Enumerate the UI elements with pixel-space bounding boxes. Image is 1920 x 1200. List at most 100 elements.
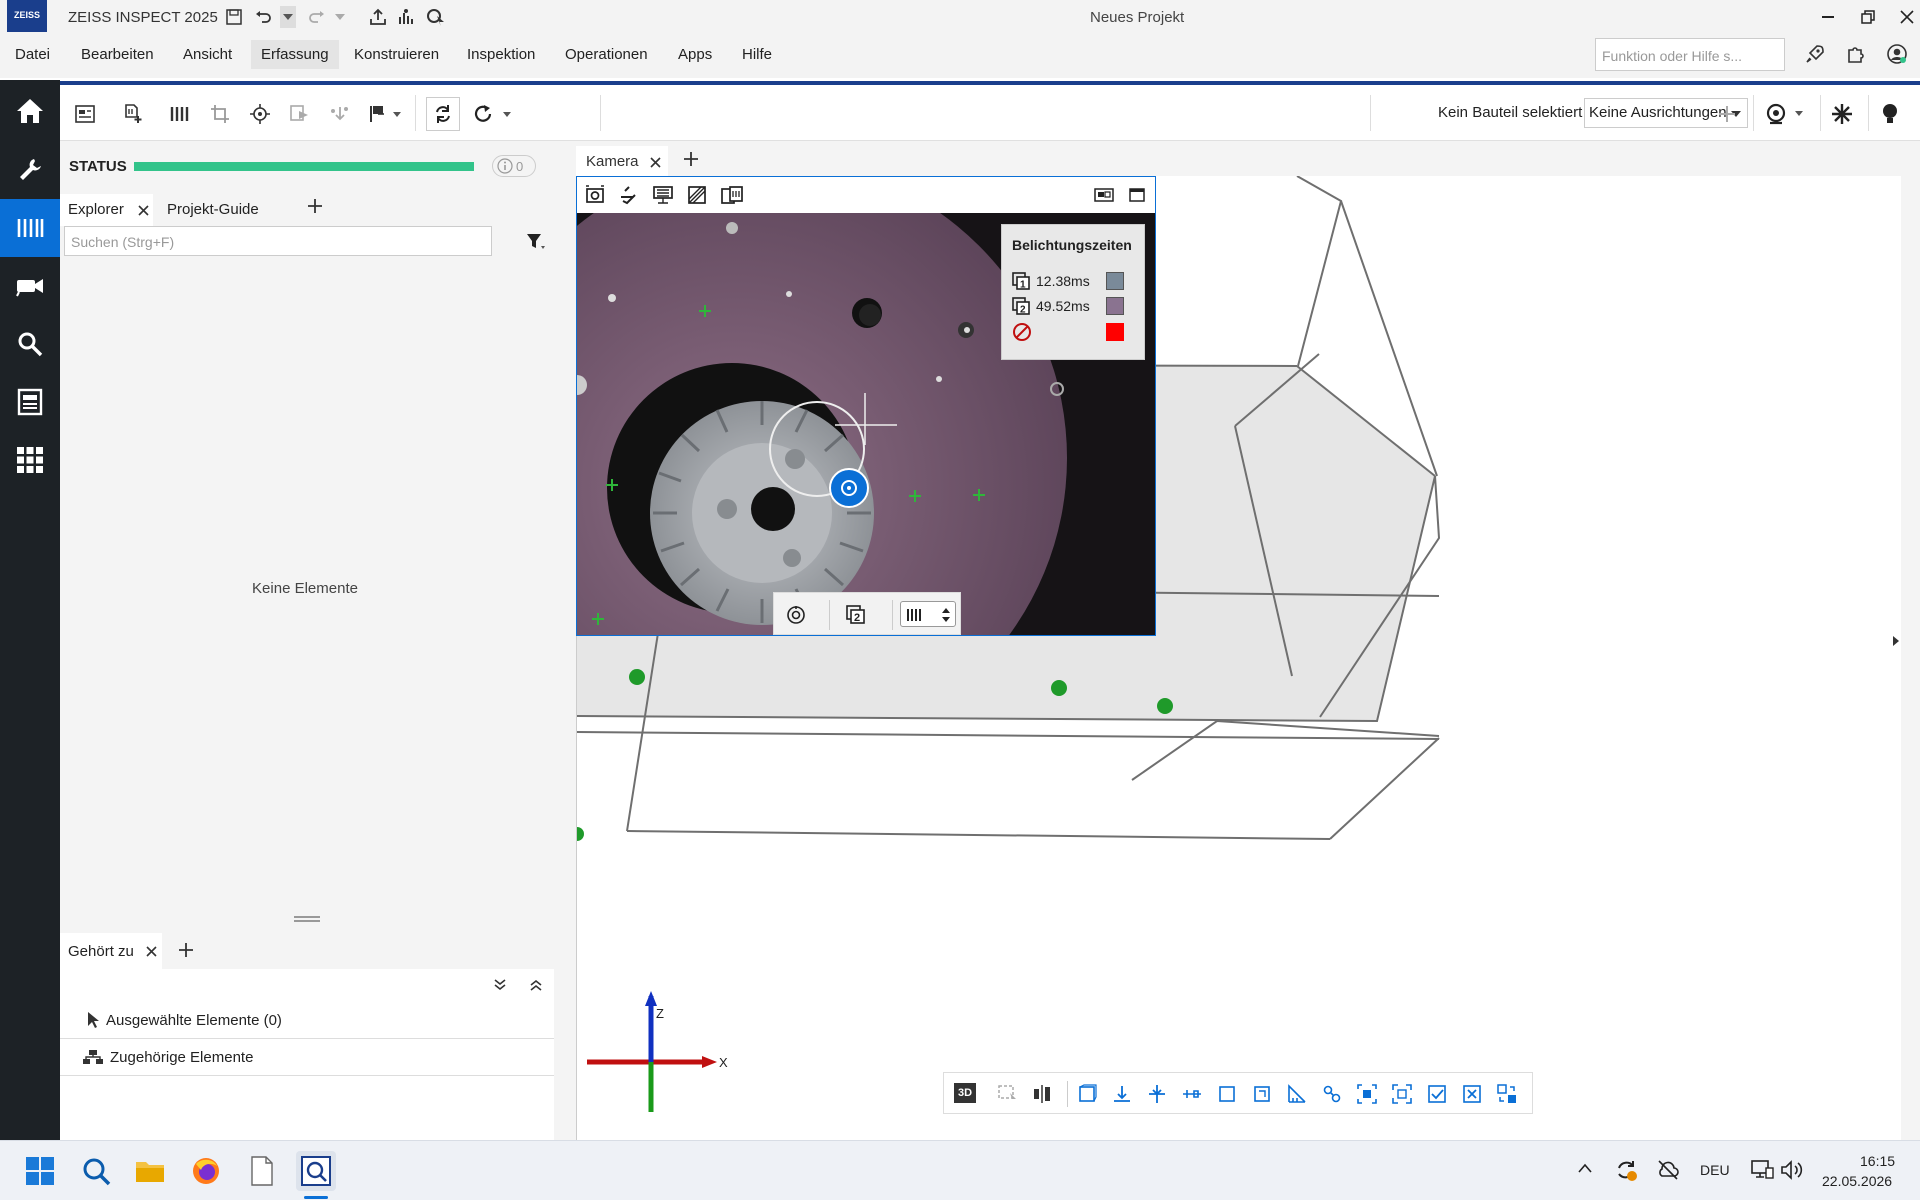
report-icon[interactable]: [0, 373, 60, 431]
exposure-edit-icon[interactable]: [619, 185, 639, 205]
close-tab-icon[interactable]: [138, 205, 149, 216]
tab-gehoert-zu[interactable]: Gehört zu: [60, 933, 162, 969]
fit-all-icon[interactable]: [1392, 1084, 1412, 1104]
invert-selection-icon[interactable]: [1497, 1084, 1517, 1104]
close-icon[interactable]: [1894, 5, 1920, 29]
stepper-arrows-icon[interactable]: [941, 606, 951, 624]
align-bottom-icon[interactable]: [1112, 1084, 1132, 1104]
network-icon[interactable]: [1750, 1158, 1774, 1180]
video-camera-icon[interactable]: [0, 257, 60, 315]
view-front-icon[interactable]: [1077, 1084, 1097, 1104]
undo-icon[interactable]: [252, 6, 276, 28]
pattern-stepper[interactable]: [900, 601, 956, 627]
function-search-input[interactable]: Funktion oder Hilfe s...: [1595, 38, 1785, 71]
volume-icon[interactable]: [1780, 1159, 1804, 1181]
align-center-icon[interactable]: [1147, 1084, 1167, 1104]
minimize-icon[interactable]: [1815, 5, 1841, 29]
puzzle-icon[interactable]: [1843, 42, 1869, 66]
firefox-icon[interactable]: [186, 1151, 226, 1191]
sensor-layout-icon[interactable]: [70, 99, 100, 129]
align-side-icon[interactable]: [1182, 1084, 1202, 1104]
rocket-icon[interactable]: [1802, 42, 1828, 66]
collapse-right-icon[interactable]: [1893, 636, 1899, 646]
view-right-icon[interactable]: [1252, 1084, 1272, 1104]
fringe-projection-icon[interactable]: [0, 199, 60, 257]
camera-snapshot-icon[interactable]: [585, 185, 605, 205]
exposure-2-swatch[interactable]: [1106, 297, 1124, 315]
tab-projekt-guide[interactable]: Projekt-Guide: [159, 194, 267, 226]
select-cursor-icon[interactable]: [424, 6, 448, 28]
reference-points-icon[interactable]: [245, 99, 275, 129]
points-arrow-icon[interactable]: [325, 99, 355, 129]
home-icon[interactable]: [0, 82, 60, 140]
explorer-search-input[interactable]: Suchen (Strg+F): [64, 226, 492, 256]
add-tab-icon[interactable]: [179, 943, 193, 957]
overexposure-icon[interactable]: [687, 185, 707, 205]
windows-start-icon[interactable]: [20, 1151, 60, 1191]
zeiss-inspect-taskbar-icon[interactable]: [296, 1151, 336, 1199]
menu-hilfe[interactable]: Hilfe: [742, 46, 772, 63]
measure-angle-icon[interactable]: [1287, 1084, 1307, 1104]
menu-konstruieren[interactable]: Konstruieren: [354, 46, 439, 63]
exposure-count-icon[interactable]: 2: [846, 605, 866, 625]
close-tab-icon[interactable]: [650, 157, 661, 168]
menu-operationen[interactable]: Operationen: [565, 46, 648, 63]
redo-dropdown-icon[interactable]: [332, 6, 348, 28]
camera-live-image[interactable]: Belichtungszeiten 1 12.38ms 2 49.52ms 2: [577, 213, 1155, 635]
3d-view-button[interactable]: 3D: [954, 1083, 976, 1103]
wrench-icon[interactable]: [0, 140, 60, 198]
undo-dropdown-icon[interactable]: [280, 6, 296, 28]
projector-icon[interactable]: [653, 185, 673, 205]
clock-date[interactable]: 22.05.2026: [1822, 1173, 1892, 1189]
save-icon[interactable]: [222, 6, 246, 28]
cloud-offline-icon[interactable]: [1656, 1159, 1680, 1181]
select-all-icon[interactable]: [1427, 1084, 1447, 1104]
file-explorer-icon[interactable]: [130, 1151, 170, 1191]
menu-inspektion[interactable]: Inspektion: [467, 46, 535, 63]
view-left-icon[interactable]: [1217, 1084, 1237, 1104]
tab-kamera[interactable]: Kamera: [576, 146, 668, 176]
lamp-icon[interactable]: [1875, 99, 1905, 129]
connect-points-icon[interactable]: [1322, 1084, 1342, 1104]
sync-tray-icon[interactable]: [1614, 1158, 1638, 1182]
split-view-icon[interactable]: [1032, 1084, 1052, 1104]
selected-elements-row[interactable]: Ausgewählte Elemente (0): [86, 1002, 282, 1038]
apps-grid-icon[interactable]: [0, 431, 60, 489]
menu-ansicht[interactable]: Ansicht: [183, 46, 232, 63]
clock-time[interactable]: 16:15: [1860, 1153, 1895, 1169]
flag-dropdown-icon[interactable]: [365, 99, 405, 129]
restore-icon[interactable]: [1855, 5, 1881, 29]
menu-apps[interactable]: Apps: [678, 46, 712, 63]
sync-icon[interactable]: [426, 97, 460, 131]
deselect-icon[interactable]: [1462, 1084, 1482, 1104]
fit-selection-icon[interactable]: [1357, 1084, 1377, 1104]
export-icon[interactable]: [366, 6, 390, 28]
filter-icon[interactable]: [526, 233, 546, 251]
redo-icon[interactable]: [304, 6, 328, 28]
add-tab-icon[interactable]: [300, 192, 330, 224]
new-measurement-series-icon[interactable]: [118, 99, 148, 129]
crop-icon[interactable]: [205, 99, 235, 129]
input-language[interactable]: DEU: [1700, 1162, 1730, 1178]
maximize-icon[interactable]: [1129, 188, 1145, 202]
add-tab-icon[interactable]: [684, 152, 698, 166]
related-elements-row[interactable]: Zugehörige Elemente: [82, 1039, 253, 1075]
auto-exposure-icon[interactable]: [786, 605, 806, 625]
tray-overflow-icon[interactable]: [1578, 1163, 1592, 1173]
search-icon[interactable]: [76, 1151, 116, 1191]
menu-datei[interactable]: Datei: [15, 46, 50, 63]
menu-bearbeiten[interactable]: Bearbeiten: [81, 46, 154, 63]
menu-erfassung[interactable]: Erfassung: [251, 40, 339, 69]
move-to-position-icon[interactable]: [285, 99, 315, 129]
refresh-dropdown-icon[interactable]: [472, 99, 516, 129]
expand-all-icon[interactable]: [494, 979, 506, 991]
statistics-icon[interactable]: [394, 6, 418, 28]
add-alignment-icon[interactable]: [1712, 99, 1742, 129]
inspection-search-icon[interactable]: [0, 315, 60, 373]
sensor-dropdown-icon[interactable]: [1760, 99, 1810, 129]
close-tab-icon[interactable]: [146, 946, 157, 957]
selection-box-icon[interactable]: [998, 1085, 1018, 1103]
overexposure-swatch[interactable]: [1106, 323, 1124, 341]
camera-switch-icon[interactable]: [721, 185, 743, 205]
info-messages-button[interactable]: 0: [492, 155, 536, 177]
